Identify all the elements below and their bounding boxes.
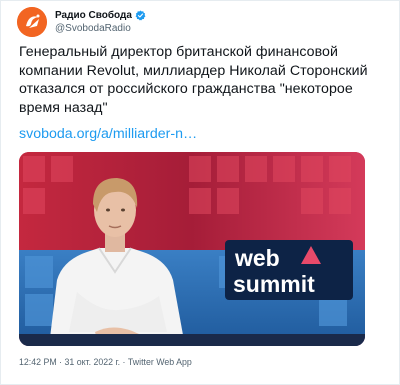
- name-row: Радио Свобода: [55, 9, 146, 22]
- photo-scene: web summit: [19, 152, 365, 346]
- tweet-card: Радио Свобода @SvobodaRadio Генеральный …: [0, 0, 400, 385]
- banner-web: web: [234, 245, 280, 271]
- handle[interactable]: @SvobodaRadio: [55, 22, 146, 35]
- tweet-photo[interactable]: web summit: [19, 152, 365, 346]
- verified-badge-icon: [135, 10, 146, 21]
- banner-summit: summit: [233, 271, 315, 297]
- article-link[interactable]: svoboda.org/a/milliarder-n…: [19, 126, 197, 142]
- svoboda-logo-icon: [17, 7, 47, 37]
- display-name[interactable]: Радио Свобода: [55, 9, 132, 22]
- tweet-timestamp[interactable]: 12:42 PM · 31 окт. 2022 г. · Twitter Web…: [19, 357, 192, 367]
- account-names: Радио Свобода @SvobodaRadio: [55, 9, 146, 35]
- tweet-header: Радио Свобода @SvobodaRadio: [17, 7, 146, 37]
- tweet-text: Генеральный директор британской финансов…: [19, 44, 368, 116]
- avatar[interactable]: [17, 7, 47, 37]
